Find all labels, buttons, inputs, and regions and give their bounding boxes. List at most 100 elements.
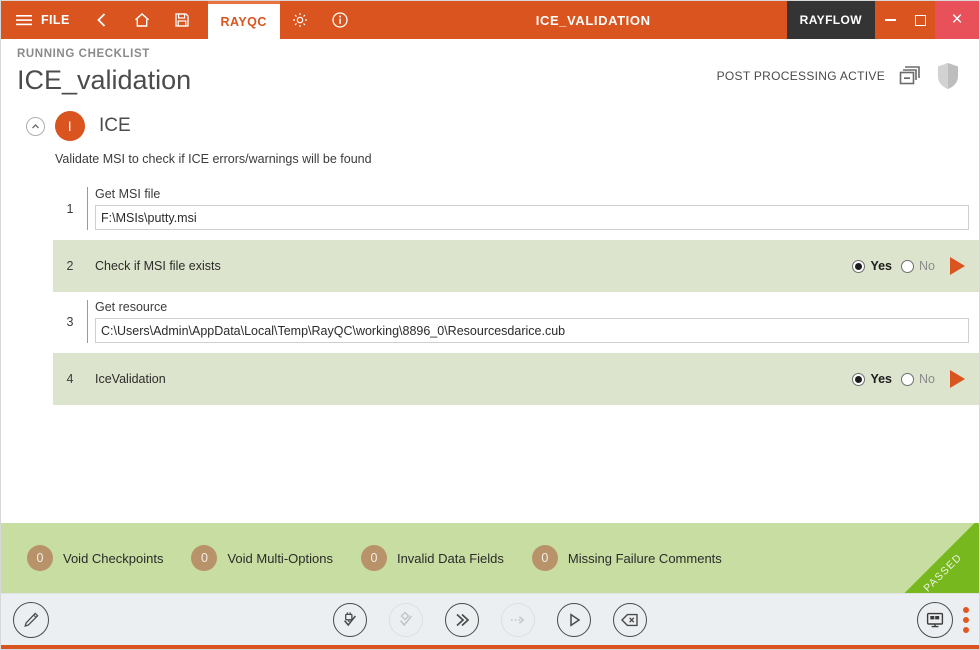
row-number: 3: [66, 314, 74, 329]
maximize-button[interactable]: [905, 1, 935, 39]
validate-plugins-button[interactable]: [333, 602, 367, 637]
home-button[interactable]: [122, 1, 162, 39]
section-collapse-button[interactable]: [26, 116, 45, 136]
checklist-row: 4 IceValidation Yes No: [53, 353, 979, 405]
post-processing-status: POST PROCESSING ACTIVE: [716, 69, 885, 83]
status-invalid-data-fields: 0 Invalid Data Fields: [360, 545, 504, 571]
radio-selected-icon: [852, 372, 866, 386]
info-button[interactable]: [320, 1, 360, 39]
dotted-arrow-right-icon: [511, 615, 525, 624]
status-count-badge: 0: [360, 545, 387, 571]
close-button[interactable]: ×: [935, 1, 979, 39]
row-number: 4: [66, 372, 74, 386]
status-label: Void Multi-Options: [227, 550, 333, 566]
run-checklist-button[interactable]: [557, 602, 591, 637]
radio-yes[interactable]: Yes: [852, 259, 892, 273]
step-next-button[interactable]: [501, 602, 535, 637]
radio-no-label: No: [919, 259, 935, 273]
yes-no-radio-group: Yes No: [852, 372, 935, 386]
section-number-badge: I: [55, 111, 85, 141]
rayflow-button[interactable]: RAYFLOW: [786, 1, 875, 39]
status-label: Missing Failure Comments: [567, 550, 722, 566]
rayqc-window: FILE RAYQC ICE_VALIDATION RAYFLOW × RUNN…: [0, 0, 980, 650]
title-bar: FILE RAYQC ICE_VALIDATION RAYFLOW ×: [1, 1, 979, 39]
status-count-badge: 0: [191, 545, 218, 571]
info-icon: [332, 12, 348, 28]
resource-path-input[interactable]: [95, 318, 969, 343]
status-label: Void Checkpoints: [63, 550, 164, 566]
msi-file-input[interactable]: [95, 205, 969, 230]
section-description: Validate MSI to check if ICE errors/warn…: [55, 152, 372, 166]
status-void-checkpoints: 0 Void Checkpoints: [27, 545, 163, 571]
status-count-badge: 0: [27, 545, 53, 571]
toolbar-center: [1, 602, 979, 637]
reset-checklist-button[interactable]: [613, 602, 647, 637]
chevron-up-icon: [32, 123, 39, 128]
maximize-icon: [914, 14, 926, 26]
radio-yes-label: Yes: [870, 372, 893, 386]
checkpoint-label: IceValidation: [95, 372, 166, 386]
gear-icon: [292, 12, 307, 28]
diamond-check-icon: [400, 610, 412, 626]
field-label: Get resource: [95, 300, 168, 314]
window-controls: ×: [875, 1, 979, 39]
bottom-toolbar: [1, 593, 979, 649]
double-chevron-right-icon: [456, 613, 470, 626]
passed-ribbon: PASSED: [891, 523, 979, 593]
status-missing-failure-comments: 0 Missing Failure Comments: [531, 545, 722, 571]
play-icon: [570, 612, 581, 627]
status-label: Invalid Data Fields: [396, 550, 504, 566]
radio-unselected-icon: [901, 372, 915, 386]
back-button[interactable]: [82, 1, 122, 39]
tab-rayqc[interactable]: RAYQC: [207, 1, 280, 39]
radio-no[interactable]: No: [901, 372, 935, 386]
minimize-icon: [884, 19, 896, 21]
run-checkpoint-button[interactable]: [950, 370, 965, 388]
field-label: Get MSI file: [95, 187, 161, 201]
row-content: Check if MSI file exists: [88, 259, 852, 273]
validation-status-bar: 0 Void Checkpoints 0 Void Multi-Options …: [1, 523, 979, 593]
checklist-row: 2 Check if MSI file exists Yes No: [53, 240, 979, 292]
chevron-left-icon: [96, 13, 105, 27]
header-titles: RUNNING CHECKLIST ICE_validation: [17, 47, 191, 97]
passed-ribbon-label: PASSED: [921, 551, 965, 593]
page-title: ICE_validation: [17, 65, 192, 95]
validate-conditions-button[interactable]: [389, 602, 423, 637]
row-content: Get MSI file: [88, 187, 979, 230]
breadcrumb-kicker: RUNNING CHECKLIST: [17, 48, 150, 60]
row-number: 1: [66, 201, 74, 216]
checkpoint-label: Check if MSI file exists: [95, 259, 221, 273]
yes-no-radio-group: Yes No: [852, 259, 935, 273]
row-controls: Yes No: [852, 370, 979, 388]
radio-selected-icon: [852, 259, 866, 273]
hamburger-icon: [16, 15, 32, 26]
save-button[interactable]: [162, 1, 202, 39]
checklist-body: I ICE Validate MSI to check if ICE error…: [1, 99, 979, 523]
run-checkpoint-button[interactable]: [950, 257, 965, 275]
settings-button[interactable]: [280, 1, 320, 39]
row-number: 2: [66, 259, 74, 273]
row-content: IceValidation: [88, 372, 852, 386]
section-header-ice: I ICE: [1, 99, 979, 141]
checklist-rows: 1 Get MSI file 2 Check if MSI file exist…: [1, 179, 979, 405]
file-menu-button[interactable]: FILE: [39, 1, 82, 39]
copy-windows-icon[interactable]: [897, 63, 923, 89]
save-disk-icon: [175, 13, 189, 27]
radio-yes[interactable]: Yes: [852, 372, 892, 386]
hamburger-menu-button[interactable]: [1, 1, 39, 39]
checklist-row: 3 Get resource: [53, 292, 979, 353]
row-controls: Yes No: [852, 257, 979, 275]
document-title: ICE_VALIDATION: [535, 12, 651, 28]
shield-icon[interactable]: [935, 61, 961, 91]
section-title: ICE: [99, 115, 131, 136]
radio-no[interactable]: No: [901, 259, 935, 273]
minimize-button[interactable]: [875, 1, 905, 39]
status-count-badge: 0: [531, 545, 558, 571]
radio-no-label: No: [919, 372, 935, 386]
page-header: RUNNING CHECKLIST ICE_validation POST PR…: [1, 39, 979, 99]
backspace-delete-icon: [621, 613, 638, 626]
plug-check-icon: [344, 611, 356, 626]
status-void-multi-options: 0 Void Multi-Options: [191, 545, 333, 571]
radio-yes-label: Yes: [870, 259, 893, 273]
skip-forward-button[interactable]: [445, 602, 479, 637]
